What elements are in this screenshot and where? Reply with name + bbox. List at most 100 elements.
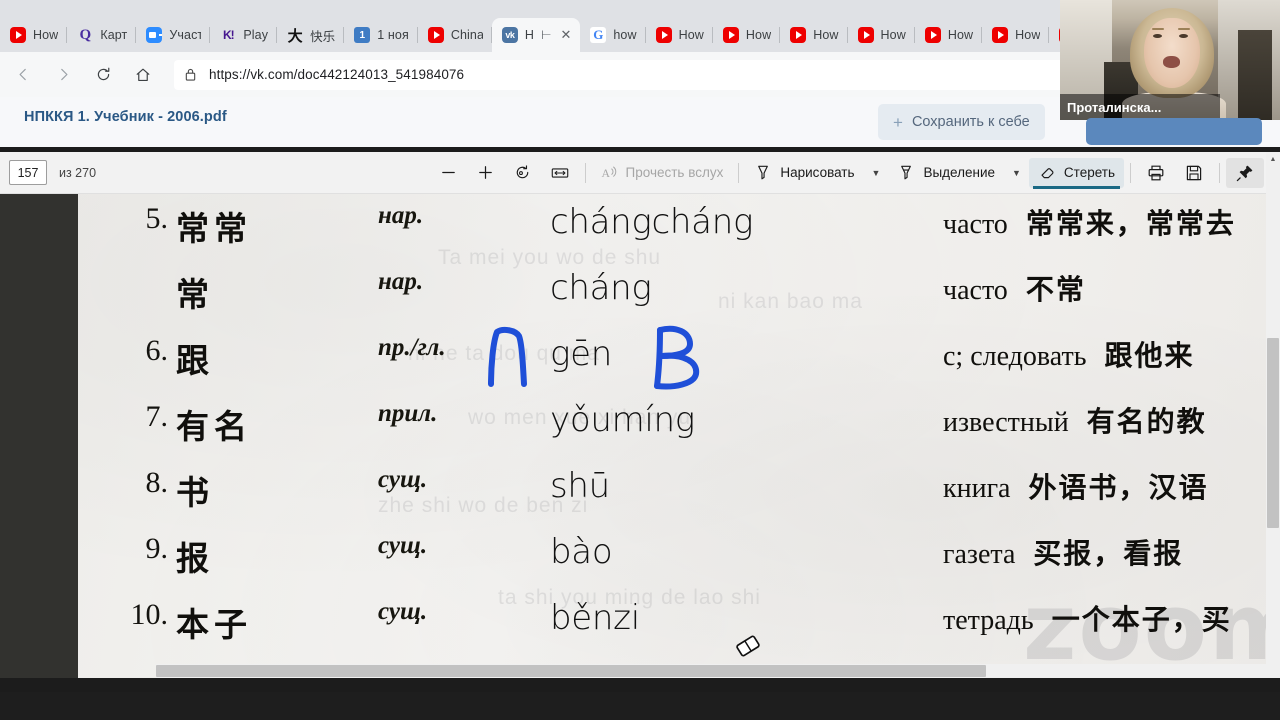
browser-tab[interactable]: 大快乐	[277, 18, 345, 52]
horizontal-scrollbar-thumb[interactable]	[156, 665, 986, 677]
read-aloud-button[interactable]: A Прочесть вслух	[592, 158, 733, 188]
browser-tab[interactable]: Ghow	[580, 18, 646, 52]
browser-tab[interactable]: K! Play	[210, 18, 277, 52]
vocab-translation-cell: часто 不常	[943, 268, 1086, 308]
webcam-person-eye-left	[1153, 34, 1162, 38]
highlight-chevron-down-icon[interactable]: ▼	[1004, 168, 1029, 178]
vocab-russian: книга	[943, 473, 1011, 504]
vertical-scrollbar[interactable]: ▲	[1266, 152, 1280, 678]
save-to-me-button[interactable]: + Сохранить к себе	[878, 104, 1045, 140]
browser-tab[interactable]: How	[780, 18, 848, 52]
vocab-translation-cell: тетрадь 一个本子，买	[943, 598, 1232, 638]
vocab-index: 6.	[145, 334, 169, 367]
vk-action-button[interactable]	[1086, 118, 1262, 145]
save-button[interactable]	[1175, 158, 1213, 188]
vk-icon: vk	[501, 27, 518, 43]
pdf-page-sheet: Ta mei you wo de shu ni he ta dou qu ma …	[78, 194, 1280, 678]
pen-icon	[758, 165, 769, 180]
pin-button[interactable]	[1226, 157, 1264, 188]
fit-page-icon	[551, 167, 568, 178]
vocab-hanzi: 有名	[176, 410, 252, 446]
zoom-in-button[interactable]	[467, 158, 504, 188]
browser-tab[interactable]: Q Карт	[67, 18, 137, 52]
zoom-out-button[interactable]	[430, 158, 467, 188]
draw-button[interactable]: Нарисовать	[745, 158, 863, 188]
home-icon[interactable]	[126, 58, 160, 92]
save-to-me-label: Сохранить к себе	[911, 114, 1030, 130]
browser-tab[interactable]: Участ	[136, 18, 211, 52]
page-title: НПККЯ 1. Учебник - 2006.pdf	[24, 109, 227, 125]
vocab-hanzi: 跟	[176, 344, 214, 380]
new-tab-icon[interactable]: ⊢	[541, 28, 551, 42]
vertical-scrollbar-thumb[interactable]	[1267, 338, 1279, 528]
browser-tab[interactable]: vk Н ⊢ ✕	[491, 18, 581, 52]
browser-tab-label: How	[33, 28, 59, 42]
browser-tab-label: How	[745, 28, 772, 42]
draw-chevron-down-icon[interactable]: ▼	[864, 168, 889, 178]
vocab-pinyin: bào	[550, 532, 613, 572]
toolbar-divider	[584, 162, 586, 183]
vocab-part-of-speech: прил.	[378, 400, 438, 427]
chinese-da-icon: 大	[287, 27, 303, 44]
browser-tab-label: 快乐	[310, 29, 336, 44]
vocab-example: 不常	[1025, 275, 1086, 306]
vocab-part-of-speech: сущ.	[378, 532, 428, 559]
read-aloud-icon: A	[601, 166, 616, 180]
vocab-hanzi: 常常	[176, 212, 252, 248]
erase-button[interactable]: Стереть	[1028, 157, 1124, 189]
rotate-button[interactable]	[504, 158, 541, 188]
highlighter-icon	[901, 165, 912, 180]
close-icon[interactable]: ✕	[560, 27, 571, 43]
youtube-icon	[427, 27, 444, 43]
webcam-video-overlay[interactable]: Проталинска...	[1060, 0, 1280, 120]
pushpin-icon	[1236, 165, 1253, 181]
fit-page-button[interactable]	[541, 158, 579, 188]
rotate-icon	[516, 165, 528, 179]
vocab-pinyin: cháng	[550, 268, 652, 308]
browser-tab-label: How	[678, 28, 704, 42]
browser-tab[interactable]: How	[848, 18, 916, 52]
vocab-pinyin: shū	[550, 466, 610, 506]
vocab-example: 有名的教	[1086, 407, 1207, 438]
vocab-translation-cell: газета 买报，看报	[943, 532, 1183, 572]
page-number-input[interactable]: 157	[9, 160, 47, 185]
vocab-russian: тетрадь	[943, 605, 1034, 636]
browser-tab[interactable]: How	[982, 18, 1050, 52]
vocabulary-row: 6. 跟 пр./гл. gēn с; следовать 跟他来	[78, 334, 1280, 400]
padlock-icon	[184, 67, 197, 82]
kahoot-icon: K!	[223, 28, 235, 42]
print-button[interactable]	[1137, 158, 1175, 188]
vocabulary-row: 8. 书 сущ. shū книга 外语书，汉语	[78, 466, 1280, 532]
browser-tab-label: How	[880, 28, 906, 42]
browser-tab[interactable]: 1 1 ноя	[344, 18, 418, 52]
forward-arrow-icon[interactable]	[46, 58, 80, 92]
vocab-translation-cell: известный 有名的教	[943, 400, 1207, 440]
vocab-example: 买报，看报	[1033, 539, 1184, 570]
vocab-hanzi: 常	[176, 278, 214, 314]
browser-tab[interactable]: How	[915, 18, 983, 52]
browser-tab[interactable]: How	[0, 18, 68, 52]
vocab-example: 外语书，汉语	[1028, 473, 1209, 504]
browser-tabs: How Q Карт Участ K! Play 大快乐 1 1 ноя China vk Н ⊢ ✕ G…	[0, 18, 1118, 52]
vocab-translation-cell: книга 外语书，汉语	[943, 466, 1209, 506]
erase-label: Стереть	[1063, 165, 1115, 180]
vocab-translation-cell: с; следовать 跟他来	[943, 334, 1195, 374]
horizontal-scrollbar[interactable]	[156, 664, 1280, 678]
browser-tab[interactable]: How	[646, 18, 714, 52]
browser-tab[interactable]: China	[418, 18, 492, 52]
scroll-up-arrow-icon[interactable]: ▲	[1266, 152, 1280, 166]
reload-icon[interactable]	[86, 58, 120, 92]
webcam-furniture-right	[1238, 30, 1272, 120]
qiwi-icon: Q	[79, 27, 92, 43]
vocab-example: 跟他来	[1104, 341, 1195, 372]
browser-tab-label: How	[1015, 28, 1041, 42]
browser-tab-label: How	[947, 28, 974, 42]
browser-tab-label: how	[613, 28, 637, 42]
vocab-part-of-speech: сущ.	[378, 598, 428, 625]
pdf-page-area[interactable]: Ta mei you wo de shu ni he ta dou qu ma …	[0, 194, 1280, 678]
browser-tab[interactable]: How	[713, 18, 781, 52]
highlight-button[interactable]: Выделение	[888, 158, 1004, 188]
number-one-icon: 1	[354, 27, 371, 43]
back-arrow-icon[interactable]	[6, 58, 40, 92]
vocab-pinyin: yǒumíng	[550, 400, 695, 440]
